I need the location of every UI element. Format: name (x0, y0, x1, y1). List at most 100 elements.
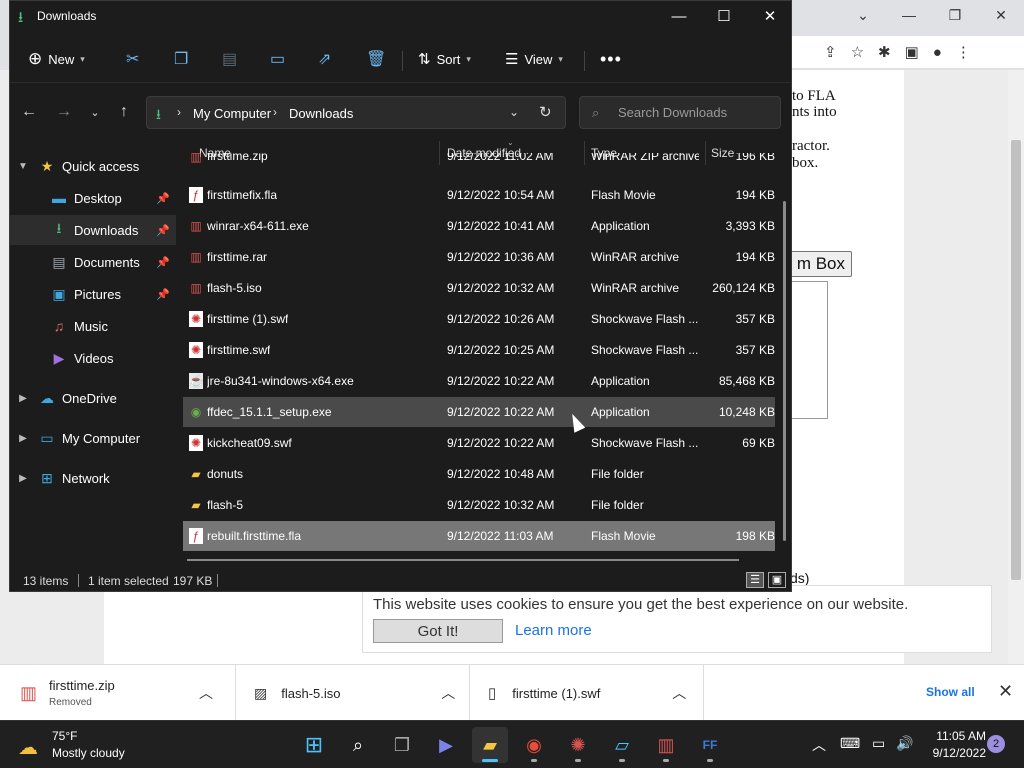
share-icon[interactable]: ⇪ (824, 43, 837, 61)
close-button[interactable]: ✕ (747, 1, 793, 31)
weather-cloudy-icon[interactable]: ☁ (18, 735, 38, 760)
chevron-up-icon[interactable]: ︿ (199, 683, 213, 703)
chevron-up-icon[interactable]: ︿ (812, 735, 826, 755)
file-row[interactable]: ▥ firsttime.rar 9/12/2022 10:36 AM WinRA… (183, 242, 775, 272)
cut-icon[interactable]: ✂ (126, 45, 139, 73)
cookie-accept-button[interactable]: Got It! (373, 619, 503, 643)
sidebar-item-music[interactable]: ♫ Music (10, 311, 176, 341)
address-dropdown-icon[interactable]: ⌄ (509, 105, 519, 119)
weather-temperature[interactable]: 75°F (52, 729, 77, 743)
address-bar[interactable]: ⭳ › My Computer › Downloads ⌄ ↻ (146, 96, 566, 129)
new-button[interactable]: ⊕ New ▾ (28, 45, 85, 73)
chevron-right-icon[interactable]: ▶ (10, 473, 36, 484)
download-item[interactable]: ▥ firsttime.zip Removed ︿ (0, 665, 236, 721)
sidebar-item-my-computer[interactable]: ▶ ▭ My Computer (10, 423, 176, 453)
restore-icon[interactable]: ❐ (932, 0, 978, 30)
more-options-icon[interactable]: ••• (600, 45, 622, 73)
file-row[interactable]: ✺ firsttime.swf 9/12/2022 10:25 AM Shock… (183, 335, 775, 365)
chevron-up-icon[interactable]: ︿ (441, 683, 455, 703)
bookmark-star-icon[interactable]: ☆ (851, 43, 864, 61)
sidebar-item-desktop[interactable]: ▬ Desktop 📌 (10, 183, 176, 213)
notification-badge[interactable]: 2 (987, 735, 1005, 753)
file-row[interactable]: ▥ winrar-x64-611.exe 9/12/2022 10:41 AM … (183, 211, 775, 241)
up-arrow-icon[interactable]: ↑ (109, 93, 139, 131)
view-button[interactable]: ☰ View ▾ (505, 45, 563, 73)
file-row-hovered[interactable]: ◉ ffdec_15.1.1_setup.exe 9/12/2022 10:22… (183, 397, 775, 427)
sidebar-item-network[interactable]: ▶ ⊞ Network (10, 463, 176, 493)
maximize-button[interactable]: ☐ (701, 1, 747, 31)
profile-icon[interactable]: ● (933, 44, 942, 61)
clock-time[interactable]: 11:05 AM (930, 729, 986, 743)
chevron-down-icon[interactable]: ▼ (10, 161, 36, 172)
minimize-button[interactable]: — (656, 1, 702, 31)
sidebar-item-onedrive[interactable]: ▶ ☁ OneDrive (10, 383, 176, 413)
network-icon[interactable]: ▭ (872, 735, 885, 752)
share-icon[interactable]: ⇗ (318, 45, 331, 73)
chevron-up-icon[interactable]: ︿ (672, 683, 686, 703)
chevron-right-icon[interactable]: ▶ (10, 393, 36, 404)
task-view-icon[interactable]: ❐ (384, 727, 420, 763)
weather-description[interactable]: Mostly cloudy (52, 746, 125, 760)
clock-date[interactable]: 9/12/2022 (920, 746, 986, 760)
title-bar[interactable]: ⭳ Downloads — ☐ ✕ (10, 1, 791, 33)
minimize-icon[interactable]: — (886, 0, 932, 30)
sidebar-item-videos[interactable]: ▶ Videos (10, 343, 176, 373)
search-icon[interactable]: ⌕ (340, 727, 376, 763)
sidebar-item-quick-access[interactable]: ▼ ★ Quick access (10, 151, 176, 181)
winrar-icon[interactable]: ▥ (648, 727, 684, 763)
vertical-scrollbar[interactable] (783, 201, 786, 541)
file-row[interactable]: ▥ firsttime.zip 9/12/2022 11:02 AM WinRA… (183, 153, 775, 171)
file-row-selected[interactable]: ƒ rebuilt.firsttime.fla 9/12/2022 11:03 … (183, 521, 775, 551)
show-all-button[interactable]: Show all (926, 685, 975, 699)
keyboard-icon[interactable]: ⌨ (840, 735, 860, 752)
breadcrumb-chevron-icon[interactable]: › (177, 105, 181, 119)
recent-locations-chevron-icon[interactable]: ⌄ (80, 93, 110, 131)
tiles-view-icon[interactable]: ▣ (768, 572, 786, 588)
start-button[interactable]: ⊞ (296, 727, 332, 763)
rename-icon[interactable]: ▭ (270, 45, 285, 73)
file-row[interactable]: ƒ firsttimefix.fla 9/12/2022 10:54 AM Fl… (183, 180, 775, 210)
sidebar-item-downloads[interactable]: ⭳ Downloads 📌 (10, 215, 176, 245)
details-view-icon[interactable]: ☰ (746, 572, 764, 588)
sort-button[interactable]: ⇅ Sort ▾ (418, 45, 471, 73)
refresh-icon[interactable]: ↻ (539, 103, 552, 121)
app-icon[interactable]: ▱ (604, 727, 640, 763)
chevron-down-icon[interactable]: ⌄ (840, 0, 886, 30)
download-item[interactable]: ▯ firsttime (1).swf ︿ (470, 665, 704, 721)
webpage-scrollbar-thumb[interactable] (1011, 140, 1021, 580)
volume-icon[interactable]: 🔊 (896, 735, 913, 752)
download-item[interactable]: ▨ flash-5.iso ︿ (236, 665, 470, 721)
webpage-textarea[interactable] (790, 281, 828, 419)
file-explorer-icon[interactable]: ▰ (472, 727, 508, 763)
paste-icon[interactable]: ▤ (222, 45, 237, 73)
breadcrumb-downloads[interactable]: Downloads (289, 106, 353, 121)
copy-icon[interactable]: ❐ (174, 45, 188, 73)
chrome-icon[interactable]: ◉ (516, 727, 552, 763)
flash-player-icon[interactable]: ✺ (560, 727, 596, 763)
forward-arrow-icon[interactable]: → (49, 93, 79, 131)
menu-icon[interactable]: ⋮ (956, 43, 971, 61)
chat-icon[interactable]: ▶ (428, 727, 464, 763)
chevron-right-icon[interactable]: ▶ (10, 433, 36, 444)
file-row[interactable]: ☕ jre-8u341-windows-x64.exe 9/12/2022 10… (183, 366, 775, 396)
close-icon[interactable]: ✕ (978, 0, 1024, 30)
file-row[interactable]: ▰ flash-5 9/12/2022 10:32 AM File folder (183, 490, 775, 520)
horizontal-scrollbar[interactable] (187, 559, 739, 561)
search-input[interactable] (618, 105, 768, 120)
extensions-icon[interactable]: ✱ (878, 43, 891, 61)
file-row[interactable]: ▥ flash-5.iso 9/12/2022 10:32 AM WinRAR … (183, 273, 775, 303)
sidebar-item-documents[interactable]: ▤ Documents 📌 (10, 247, 176, 277)
sidepanel-icon[interactable]: ▣ (905, 43, 919, 61)
webpage-button[interactable]: m Box (786, 251, 852, 277)
back-arrow-icon[interactable]: ← (14, 93, 44, 131)
search-box[interactable]: ⌕ (579, 96, 781, 129)
breadcrumb-my-computer[interactable]: My Computer (193, 106, 271, 121)
file-row[interactable]: ✺ kickcheat09.swf 9/12/2022 10:22 AM Sho… (183, 428, 775, 458)
learn-more-link[interactable]: Learn more (515, 622, 592, 639)
ffdec-icon[interactable]: FF (692, 727, 728, 763)
file-row[interactable]: ▰ donuts 9/12/2022 10:48 AM File folder (183, 459, 775, 489)
close-icon[interactable]: ✕ (998, 681, 1013, 702)
sidebar-item-pictures[interactable]: ▣ Pictures 📌 (10, 279, 176, 309)
breadcrumb-chevron-icon[interactable]: › (273, 105, 277, 119)
delete-icon[interactable]: 🗑 (366, 45, 386, 73)
